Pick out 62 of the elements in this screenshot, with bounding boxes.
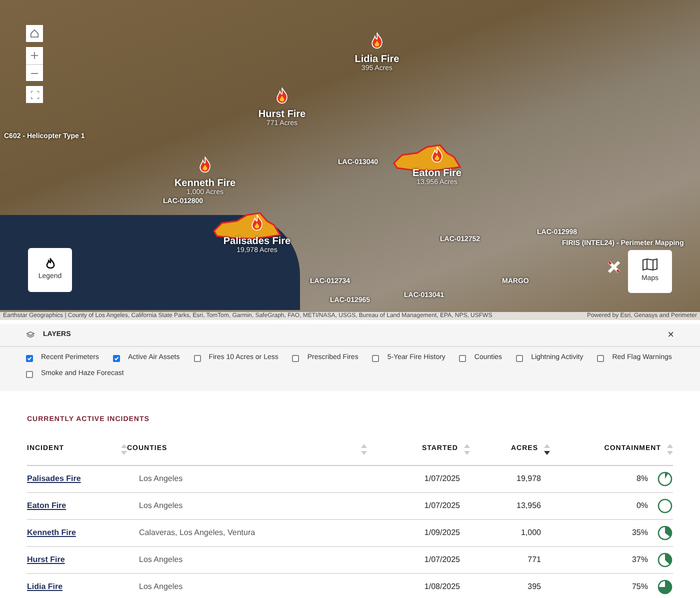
- table-cell: 35%: [632, 528, 648, 538]
- flame-icon: [198, 156, 212, 173]
- incident-link[interactable]: Eaton Fire: [27, 501, 66, 511]
- table-cell: 1,000: [520, 528, 541, 538]
- table-cell: 1/07/2025: [424, 555, 460, 565]
- containment-pie-icon: [657, 471, 673, 487]
- flame-icon: [46, 258, 54, 269]
- fullscreen-icon: [30, 90, 38, 98]
- table-cell: 1/07/2025: [424, 474, 460, 484]
- fire-name-label: Kenneth Fire: [174, 178, 236, 189]
- home-icon: [30, 29, 39, 38]
- table-cell: 395: [528, 582, 541, 592]
- layers-icon: [26, 331, 35, 339]
- containment-pie-icon: [657, 498, 673, 514]
- table-cell: 0%: [636, 501, 648, 511]
- zoom-out-button[interactable]: [26, 64, 43, 81]
- table-cell: 8%: [636, 474, 648, 484]
- table-cell: Los Angeles: [139, 501, 183, 511]
- plus-icon: [31, 52, 38, 59]
- containment-pie-icon: [657, 525, 673, 541]
- table-cell: 1/08/2025: [424, 582, 460, 592]
- table-cell: 13,956: [516, 501, 541, 511]
- containment-pie-icon: [657, 552, 673, 568]
- table-cell: Los Angeles: [139, 474, 183, 484]
- incident-link[interactable]: Palisades Fire: [27, 474, 81, 484]
- table-cell: Los Angeles: [139, 582, 183, 592]
- flame-icon: [430, 146, 444, 163]
- close-button[interactable]: ×: [668, 330, 674, 340]
- table-cell: Calaveras, Los Angeles, Ventura: [139, 528, 256, 538]
- checkbox[interactable]: [194, 354, 201, 362]
- containment-pie-icon: [657, 579, 673, 595]
- checkbox[interactable]: [516, 354, 524, 362]
- checkbox[interactable]: [597, 354, 604, 362]
- flame-icon: [250, 214, 264, 231]
- fire-name-label: Palisades Fire: [223, 236, 291, 247]
- table-cell: 37%: [632, 555, 648, 565]
- incident-link[interactable]: Kenneth Fire: [27, 528, 76, 538]
- checkbox[interactable]: [26, 370, 33, 378]
- checkbox[interactable]: [372, 354, 380, 362]
- checkbox[interactable]: [292, 354, 300, 362]
- checkmark-icon: [27, 356, 32, 360]
- satellite-map[interactable]: [0, 0, 700, 320]
- flame-icon: [370, 32, 384, 49]
- table-cell: 1/09/2025: [424, 528, 460, 538]
- flame-icon: [275, 87, 289, 104]
- home-button[interactable]: [26, 25, 43, 42]
- fire-name-label: Hurst Fire: [258, 109, 306, 120]
- table-cell: 75%: [632, 582, 648, 592]
- fire-name-label: Lidia Fire: [354, 54, 400, 65]
- table-cell: 19,978: [516, 474, 541, 484]
- table-cell: 1/07/2025: [424, 501, 460, 511]
- fire-name-label: Eaton Fire: [412, 168, 462, 179]
- table-cell: Los Angeles: [139, 555, 183, 565]
- checkmark-icon: [114, 356, 119, 360]
- minus-icon: [31, 72, 38, 74]
- checkbox[interactable]: [459, 354, 466, 362]
- map-icon: [642, 258, 658, 272]
- zoom-in-button[interactable]: [26, 47, 43, 64]
- incident-link[interactable]: Lidia Fire: [27, 582, 63, 592]
- table-cell: 771: [528, 555, 541, 565]
- incident-link[interactable]: Hurst Fire: [27, 555, 65, 565]
- fullscreen-button[interactable]: [26, 86, 43, 103]
